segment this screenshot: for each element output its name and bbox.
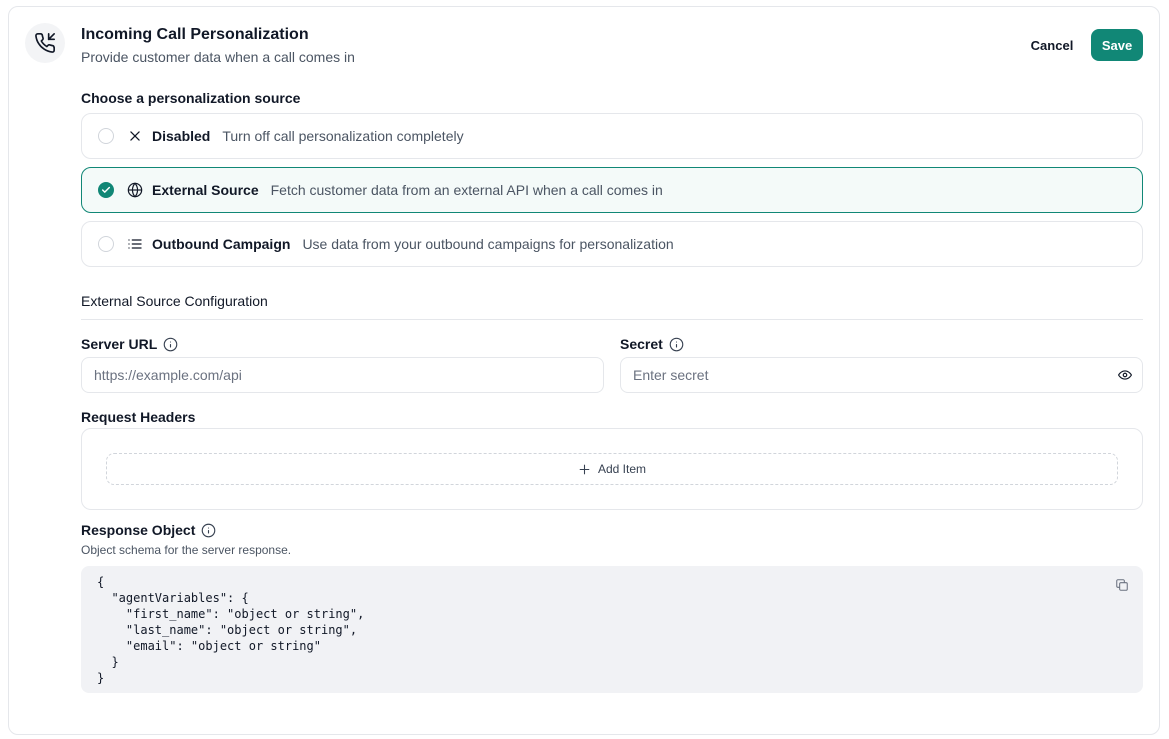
config-divider — [81, 319, 1143, 320]
request-headers-label-text: Request Headers — [81, 409, 196, 425]
add-item-label: Add Item — [597, 462, 647, 476]
server-url-label-text: Server URL — [81, 336, 158, 352]
eye-icon[interactable] — [1117, 367, 1133, 383]
page-subtitle: Provide customer data when a call comes … — [81, 49, 355, 65]
page-title: Incoming Call Personalization — [81, 26, 309, 43]
response-object-label: Response Object — [81, 522, 216, 538]
add-item-button[interactable]: Add Item — [106, 453, 1118, 485]
response-object-helper: Object schema for the server response. — [81, 543, 292, 557]
copy-icon[interactable] — [1115, 578, 1131, 594]
request-headers-label: Request Headers — [81, 409, 195, 425]
response-code: { "agentVariables": { "first_name": "obj… — [97, 575, 365, 685]
list-icon — [127, 236, 143, 252]
option-outbound-campaign[interactable]: Outbound Campaign Use data from your out… — [81, 221, 1143, 267]
response-object-label-text: Response Object — [81, 522, 196, 538]
info-icon[interactable] — [669, 337, 684, 352]
option-description: Turn off call personalization completely — [222, 128, 464, 144]
radio-external-source[interactable] — [98, 182, 114, 198]
plus-icon — [578, 463, 591, 476]
option-description: Use data from your outbound campaigns fo… — [302, 236, 674, 252]
option-label: External Source — [152, 182, 259, 198]
server-url-input[interactable] — [81, 357, 604, 393]
phone-incoming-icon — [25, 23, 65, 63]
radio-outbound-campaign[interactable] — [98, 236, 114, 252]
save-button[interactable]: Save — [1091, 29, 1143, 61]
request-headers-box: Add Item — [81, 428, 1143, 510]
secret-input[interactable] — [620, 357, 1143, 393]
server-url-label: Server URL — [81, 336, 178, 352]
globe-icon — [127, 182, 143, 198]
secret-label-text: Secret — [620, 336, 663, 352]
cancel-button[interactable]: Cancel — [1021, 30, 1083, 60]
response-code-block: { "agentVariables": { "first_name": "obj… — [81, 566, 1143, 693]
config-heading: External Source Configuration — [81, 293, 268, 309]
option-description: Fetch customer data from an external API… — [270, 182, 663, 198]
option-label: Outbound Campaign — [152, 236, 291, 252]
option-label: Disabled — [152, 128, 211, 144]
radio-disabled[interactable] — [98, 128, 114, 144]
info-icon[interactable] — [163, 337, 178, 352]
option-external-source[interactable]: External Source Fetch customer data from… — [81, 167, 1143, 213]
secret-label: Secret — [620, 336, 684, 352]
source-heading: Choose a personalization source — [81, 90, 301, 106]
option-disabled[interactable]: Disabled Turn off call personalization c… — [81, 113, 1143, 159]
x-icon — [127, 128, 143, 144]
info-icon[interactable] — [201, 523, 216, 538]
